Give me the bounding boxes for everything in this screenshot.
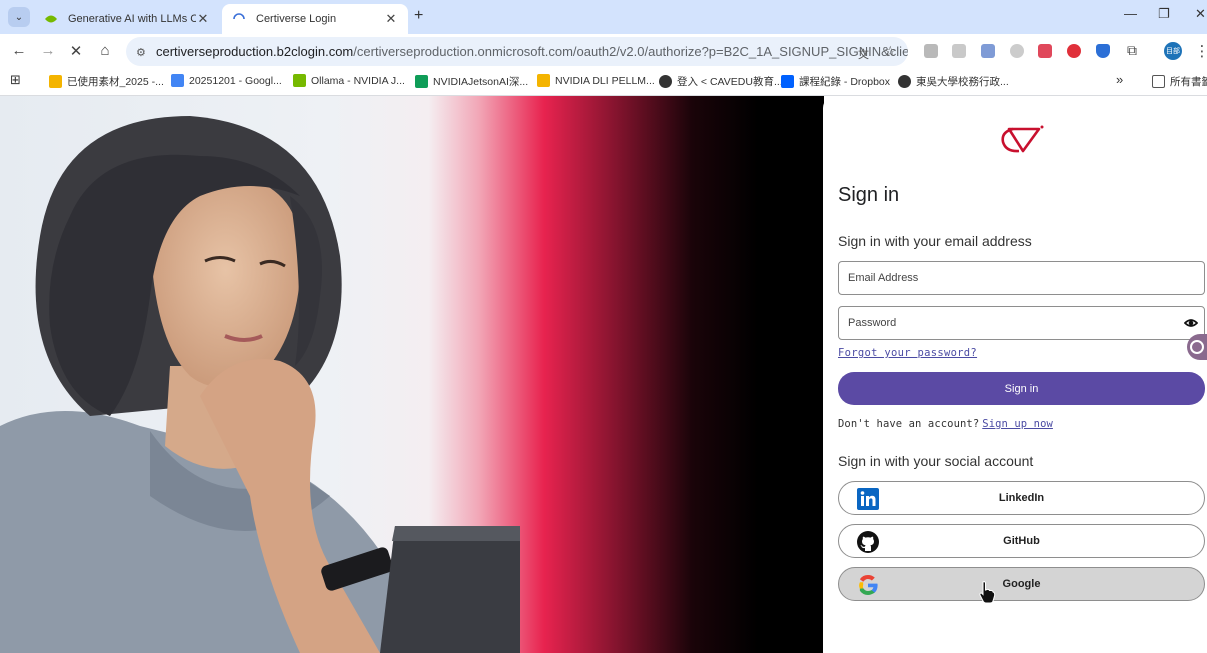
- restore-icon[interactable]: ❐: [1158, 6, 1170, 22]
- social-section-heading: Sign in with your social account: [838, 453, 1034, 469]
- folder-icon: [1152, 75, 1165, 88]
- forward-icon[interactable]: →: [39, 42, 57, 59]
- tab-title: Certiverse Login: [256, 13, 337, 25]
- certiverse-logo-icon: [1001, 125, 1044, 153]
- linkedin-label: LinkedIn: [998, 492, 1045, 504]
- dropbox-icon: [781, 75, 794, 88]
- tab-generative-ai[interactable]: Generative AI with LLMs Certi ✕: [34, 4, 220, 34]
- email-placeholder: Email Address: [848, 272, 919, 284]
- bookmark-item[interactable]: 東吳大學校務行政...: [898, 74, 1009, 89]
- email-field[interactable]: Email Address: [838, 261, 1205, 295]
- translate-widget-button[interactable]: [1187, 334, 1207, 360]
- extension-icon[interactable]: [952, 44, 966, 58]
- close-icon[interactable]: ✕: [384, 11, 398, 27]
- nvidia-favicon-icon: [45, 15, 57, 23]
- extension-icon[interactable]: [1067, 44, 1081, 58]
- close-icon[interactable]: ✕: [196, 11, 210, 27]
- browser-toolbar: ← → ✕ ⌂ ⚙ certiverseproduction.b2clogin.…: [0, 34, 1207, 68]
- woman-at-laptop-illustration: [0, 116, 520, 653]
- bookmark-item[interactable]: 登入 < CAVEDU教育...: [659, 74, 783, 89]
- window-close-icon[interactable]: ✕: [1195, 6, 1206, 22]
- tab-title: Generative AI with LLMs Certi: [68, 13, 196, 25]
- tab-strip: ⌄ Generative AI with LLMs Certi ✕ Certiv…: [0, 0, 1207, 34]
- kebab-menu-icon[interactable]: ⋮: [1193, 42, 1207, 60]
- apps-grid-icon[interactable]: ⊞: [10, 72, 21, 88]
- stop-loading-icon[interactable]: ✕: [67, 42, 85, 60]
- shield-icon[interactable]: [1096, 44, 1110, 58]
- site-info-icon[interactable]: ⚙: [136, 46, 146, 59]
- google-button[interactable]: Google: [838, 567, 1205, 601]
- more-bookmarks-icon[interactable]: »: [1116, 72, 1123, 87]
- home-icon[interactable]: ⌂: [96, 42, 114, 59]
- eye-icon[interactable]: [1184, 316, 1198, 330]
- chevron-down-icon: ⌄: [14, 11, 24, 23]
- extension-icon[interactable]: [981, 44, 995, 58]
- hero-image: [0, 96, 824, 653]
- tab-certiverse-login[interactable]: Certiverse Login ✕: [222, 4, 408, 34]
- forgot-password-link[interactable]: Forgot your password?: [838, 347, 977, 359]
- address-bar[interactable]: ⚙ certiverseproduction.b2clogin.com/cert…: [126, 37, 908, 66]
- drive-icon: [49, 75, 62, 88]
- nvidia-icon: [293, 74, 306, 87]
- bookmark-item[interactable]: 課程紀錄 - Dropbox: [781, 74, 890, 89]
- linkedin-icon: [857, 488, 879, 510]
- loading-spinner-icon: [233, 13, 245, 20]
- github-icon: [857, 531, 879, 553]
- docs-icon: [171, 74, 184, 87]
- sheets-icon: [415, 75, 428, 88]
- bookmark-item[interactable]: 已使用素材_2025 -...: [49, 74, 164, 89]
- no-account-text: Don't have an account? Sign up now: [838, 418, 1053, 430]
- globe-icon: [898, 75, 911, 88]
- bookmark-item[interactable]: Ollama - NVIDIA J...: [293, 74, 405, 87]
- bookmark-star-icon[interactable]: ☆: [884, 43, 897, 60]
- bookmark-item[interactable]: NVIDIA DLI PELLM...: [537, 74, 655, 87]
- extension-icon[interactable]: [924, 44, 938, 58]
- google-label: Google: [1002, 578, 1041, 590]
- url-path: /certiverseproduction.onmicrosoft.com/oa…: [353, 44, 908, 59]
- email-section-heading: Sign in with your email address: [838, 233, 1032, 249]
- translate-icon: [1190, 340, 1204, 354]
- hand-pointer-cursor-icon: [979, 581, 996, 604]
- minimize-icon[interactable]: —: [1124, 6, 1137, 21]
- github-label: GitHub: [1003, 535, 1040, 547]
- drive-icon: [537, 74, 550, 87]
- new-tab-icon[interactable]: +: [414, 7, 423, 25]
- bookmark-item[interactable]: 20251201 - Googl...: [171, 74, 282, 87]
- profile-avatar[interactable]: 目部: [1164, 42, 1182, 60]
- bookmark-item[interactable]: NVIDIAJetsonAI深...: [415, 74, 528, 89]
- back-icon[interactable]: ←: [10, 42, 28, 59]
- url-host: certiverseproduction.b2clogin.com: [156, 44, 354, 59]
- sign-up-link[interactable]: Sign up now: [982, 418, 1053, 430]
- all-bookmarks-folder[interactable]: 所有書籤: [1152, 74, 1207, 89]
- extension-icon[interactable]: [1010, 44, 1024, 58]
- translate-icon[interactable]: 文: [858, 46, 869, 62]
- password-placeholder: Password: [848, 317, 897, 329]
- password-field[interactable]: Password: [838, 306, 1205, 340]
- signin-panel: Sign in Sign in with your email address …: [823, 96, 1207, 653]
- sign-in-button[interactable]: Sign in: [838, 372, 1205, 405]
- google-icon: [859, 575, 878, 595]
- bookmarks-bar: ⊞ 已使用素材_2025 -... 20251201 - Googl... Ol…: [0, 68, 1207, 96]
- tab-search-button[interactable]: ⌄: [8, 7, 30, 27]
- github-button[interactable]: GitHub: [838, 524, 1205, 558]
- linkedin-button[interactable]: LinkedIn: [838, 481, 1205, 515]
- globe-icon: [659, 75, 672, 88]
- browser-chrome: ⌄ Generative AI with LLMs Certi ✕ Certiv…: [0, 0, 1207, 96]
- extension-icon[interactable]: [1038, 44, 1052, 58]
- puzzle-extensions-icon[interactable]: ⧉: [1123, 42, 1141, 59]
- page-title: Sign in: [838, 184, 900, 206]
